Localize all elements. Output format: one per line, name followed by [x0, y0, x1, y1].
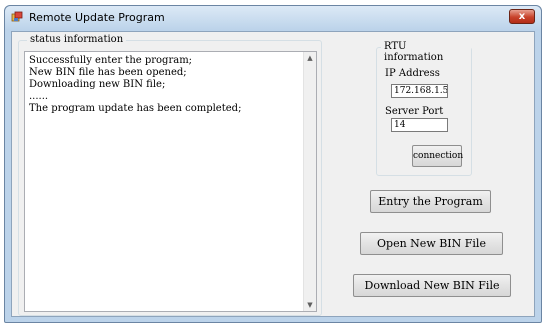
ip-address-input[interactable]	[391, 84, 448, 98]
status-group: status information Successfully enter th…	[18, 34, 322, 316]
window-title: Remote Update Program	[29, 11, 165, 24]
rtu-group: RTU information IP Address Server Port c…	[376, 41, 472, 176]
title-bar[interactable]: Remote Update Program x	[5, 6, 541, 30]
connection-button[interactable]: connection	[412, 145, 463, 167]
status-lines: Successfully enter the program; New BIN …	[29, 55, 302, 115]
ip-address-label: IP Address	[385, 68, 440, 79]
server-port-input[interactable]	[391, 118, 448, 132]
main-window: Remote Update Program x status informati…	[4, 5, 542, 323]
close-icon: x	[518, 11, 526, 22]
status-line: The program update has been completed;	[29, 103, 242, 114]
download-bin-button[interactable]: Download New BIN File	[353, 274, 511, 297]
status-line: Downloading new BIN file;	[29, 79, 166, 90]
rtu-group-label: RTU information	[381, 41, 471, 63]
status-line: ......	[29, 91, 49, 102]
open-bin-button[interactable]: Open New BIN File	[360, 232, 503, 255]
app-icon	[11, 11, 23, 22]
entry-program-button[interactable]: Entry the Program	[370, 190, 491, 213]
scroll-up-icon[interactable]: ▲	[304, 52, 316, 64]
status-log[interactable]: Successfully enter the program; New BIN …	[24, 51, 317, 312]
client-area: status information Successfully enter th…	[11, 31, 535, 317]
status-line: Successfully enter the program;	[29, 55, 193, 66]
status-scrollbar[interactable]: ▲ ▼	[303, 52, 316, 311]
close-button[interactable]: x	[509, 9, 535, 24]
scroll-down-icon[interactable]: ▼	[304, 299, 316, 311]
status-line: New BIN file has been opened;	[29, 67, 187, 78]
server-port-label: Server Port	[385, 106, 444, 117]
status-group-label: status information	[27, 34, 127, 45]
